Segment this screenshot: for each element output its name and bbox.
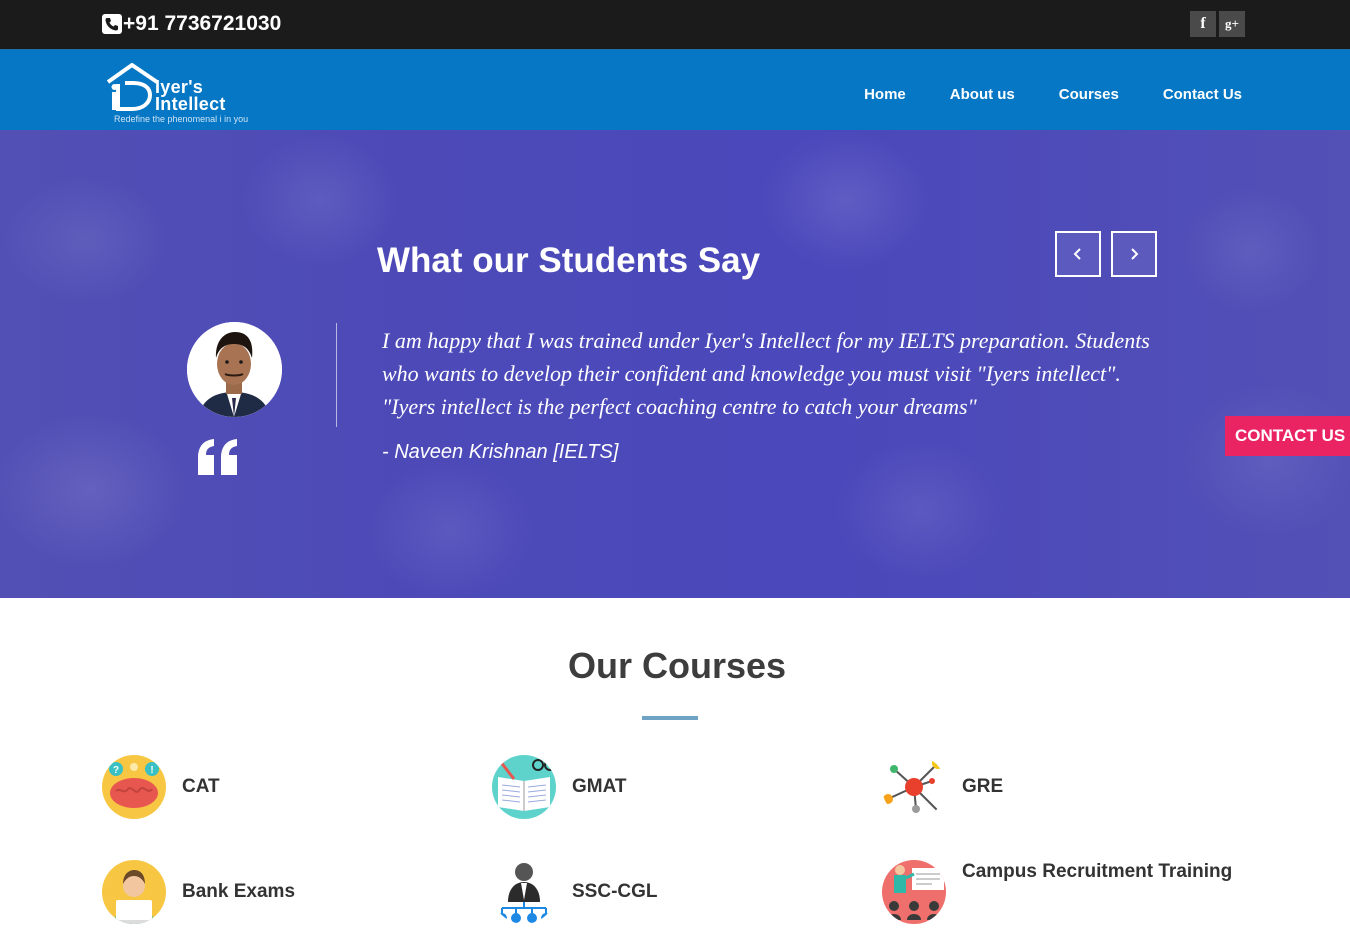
top-bar: +91 7736721030 f g+ bbox=[0, 0, 1350, 49]
course-label: Bank Exams bbox=[182, 881, 296, 902]
nav-item-home[interactable]: Home bbox=[864, 86, 906, 103]
facebook-icon[interactable]: f bbox=[1190, 11, 1216, 37]
chevron-right-icon bbox=[1131, 248, 1139, 260]
quote-divider bbox=[336, 323, 337, 427]
site-logo[interactable]: Iyer's Intellect Redefine the phenomenal… bbox=[105, 63, 265, 125]
phone-icon bbox=[102, 14, 122, 34]
course-campus-recruitment[interactable]: Campus Recruitment Training bbox=[882, 860, 1232, 924]
nav-item-courses[interactable]: Courses bbox=[1059, 86, 1119, 103]
phone-number[interactable]: +91 7736721030 bbox=[102, 12, 281, 36]
course-cat[interactable]: ? ! CAT bbox=[102, 755, 220, 819]
svg-text:?: ? bbox=[113, 765, 119, 776]
logo-tagline: Redefine the phenomenal i in you bbox=[114, 114, 249, 124]
course-label: CAT bbox=[182, 776, 220, 797]
testimonial-author: - Naveen Krishnan [IELTS] bbox=[382, 441, 619, 463]
logo-line2: Intellect bbox=[155, 94, 226, 114]
logo-house-icon bbox=[106, 63, 159, 111]
main-navbar: Iyer's Intellect Redefine the phenomenal… bbox=[0, 49, 1350, 130]
book-icon bbox=[492, 755, 556, 819]
courses-title: Our Courses bbox=[567, 645, 787, 686]
phone-text: +91 7736721030 bbox=[123, 12, 282, 35]
google-plus-icon[interactable]: g+ bbox=[1219, 11, 1245, 37]
student-avatar bbox=[187, 322, 282, 417]
nav-menu: Home About us Courses Contact Us bbox=[820, 86, 1242, 103]
nav-item-contact[interactable]: Contact Us bbox=[1163, 86, 1242, 103]
prev-button[interactable] bbox=[1055, 231, 1101, 277]
nav-item-about[interactable]: About us bbox=[950, 86, 1015, 103]
courses-title-underline bbox=[642, 716, 698, 720]
banker-icon bbox=[102, 860, 166, 924]
svg-text:!: ! bbox=[150, 765, 153, 776]
social-links: f g+ bbox=[1187, 11, 1245, 37]
course-bank-exams[interactable]: Bank Exams bbox=[102, 860, 295, 924]
quote-icon bbox=[198, 439, 237, 475]
chevron-left-icon bbox=[1073, 248, 1081, 260]
hierarchy-icon bbox=[492, 860, 556, 924]
testimonials-title: What our Students Say bbox=[377, 241, 761, 280]
course-label: GMAT bbox=[572, 776, 627, 797]
course-ssc-cgl[interactable]: SSC-CGL bbox=[492, 860, 658, 924]
course-gre[interactable]: GRE bbox=[882, 755, 1003, 819]
brain-icon: ? ! bbox=[102, 755, 166, 819]
contact-us-button[interactable]: CONTACT US bbox=[1225, 416, 1350, 456]
course-label: Campus Recruitment Training bbox=[962, 861, 1233, 882]
presentation-icon bbox=[882, 860, 946, 924]
course-gmat[interactable]: GMAT bbox=[492, 755, 627, 819]
course-label: SSC-CGL bbox=[572, 881, 658, 902]
testimonials-section: What our Students Say I am happy that I … bbox=[0, 130, 1350, 598]
next-button[interactable] bbox=[1111, 231, 1157, 277]
molecule-icon bbox=[882, 755, 946, 819]
testimonial-quote: I am happy that I was trained under Iyer… bbox=[382, 328, 1150, 419]
course-label: GRE bbox=[962, 776, 1004, 797]
